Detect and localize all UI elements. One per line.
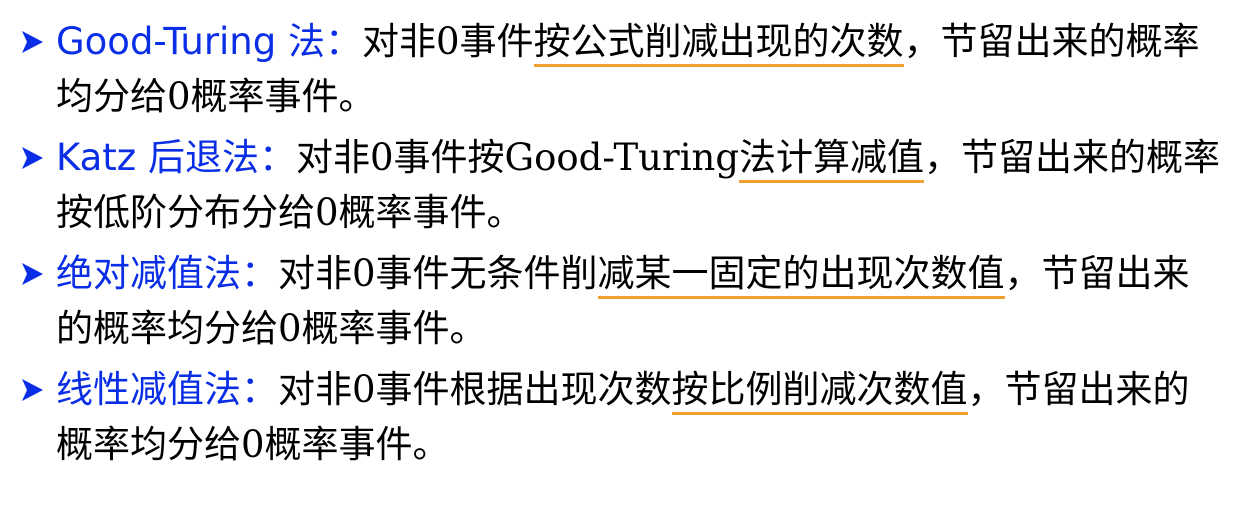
term-colon: ： [241,252,278,295]
description-start: 对非0事件根据出现次数 [278,368,672,411]
method-term: Katz 后退法 [56,136,259,179]
description-start: 对非0事件按Good-Turing [295,136,740,179]
underlined-phrase: 按比例削减次数值 [671,368,968,415]
underlined-phrase: 按公式削减出现的次数 [533,20,904,67]
term-colon: ： [241,368,278,411]
arrowhead-bullet-icon [12,362,52,417]
underlined-phrase: 法计算减值 [739,136,925,183]
description-start: 对非0事件无条件削 [278,252,598,295]
method-term: 绝对减值法 [56,252,241,295]
list-item-good-turing: Good-Turing 法：对非0事件按公式削减出现的次数，节留出来的概率均分给… [12,14,1226,124]
list-item-absolute-discounting: 绝对减值法：对非0事件无条件削减某一固定的出现次数值，节留出来的概率均分给0概率… [12,246,1226,356]
discounting-methods-list: Good-Turing 法：对非0事件按公式削减出现的次数，节留出来的概率均分给… [12,14,1226,478]
underlined-phrase: 减某一固定的出现次数值 [597,252,1005,299]
list-item-linear-discounting: 线性减值法：对非0事件根据出现次数按比例削减次数值，节留出来的概率均分给0概率事… [12,362,1226,472]
arrowhead-bullet-icon [12,246,52,301]
description-start: 对非0事件 [362,20,534,63]
list-item-katz: Katz 后退法：对非0事件按Good-Turing法计算减值，节留出来的概率按… [12,130,1226,240]
method-term: 线性减值法 [56,368,241,411]
method-term: Good-Turing 法 [56,20,326,63]
term-colon: ： [258,136,296,179]
arrowhead-bullet-icon [12,14,52,69]
arrowhead-bullet-icon [12,130,52,185]
term-colon: ： [325,20,363,63]
